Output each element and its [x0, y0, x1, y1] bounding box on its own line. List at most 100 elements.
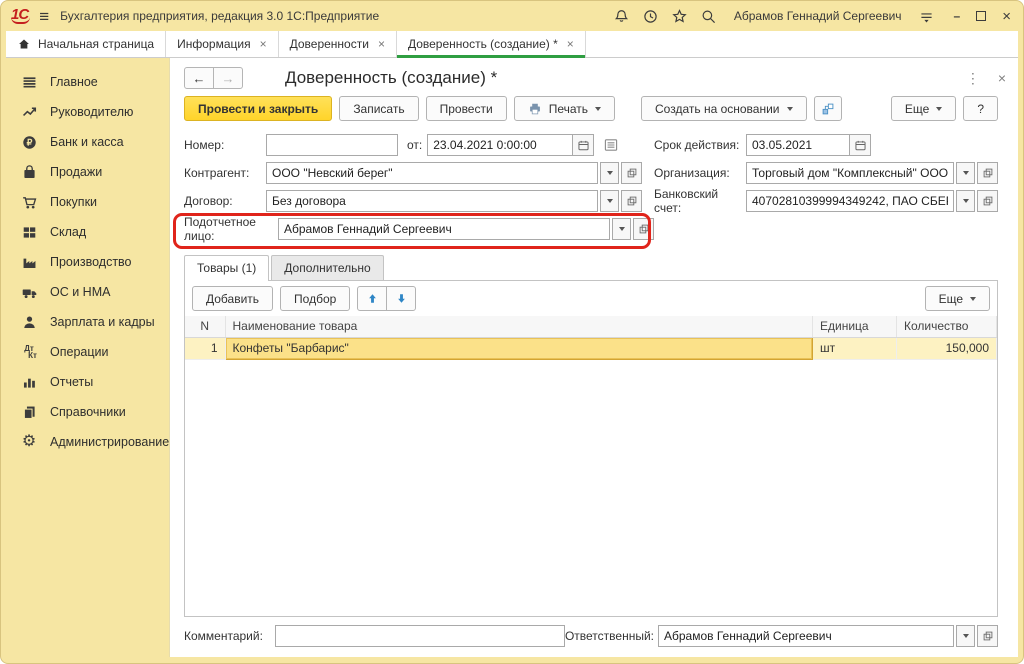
sidebar-item-purchases[interactable]: Покупки — [6, 187, 169, 217]
sidebar-item-manager[interactable]: Руководителю — [6, 97, 169, 127]
forward-arrow-button[interactable]: → — [213, 67, 243, 89]
counterparty-input[interactable] — [266, 162, 598, 184]
tab-attorney-create[interactable]: Доверенность (создание) * × — [397, 31, 586, 57]
body-row: Главное Руководителю ₽ Банк и касса Прод… — [6, 58, 1018, 657]
current-user[interactable]: Абрамов Геннадий Сергеевич — [734, 9, 902, 23]
print-button[interactable]: Печать — [514, 96, 615, 121]
button-label: Создать на основании — [655, 102, 780, 116]
cell-qty[interactable]: 150,000 — [897, 337, 997, 359]
number-input[interactable] — [266, 134, 398, 156]
dropdown-button[interactable] — [956, 162, 975, 184]
organization-input[interactable] — [746, 162, 954, 184]
main-menu-icon[interactable]: ≡ — [39, 8, 49, 25]
bank-account-input[interactable] — [746, 190, 954, 212]
cell-num[interactable]: 1 — [185, 337, 225, 359]
column-header-num[interactable]: N — [185, 316, 225, 337]
service-menu-icon[interactable] — [917, 6, 937, 26]
tab-additional[interactable]: Дополнительно — [271, 255, 383, 280]
chevron-down-icon — [936, 107, 942, 111]
sidebar-item-label: Производство — [50, 255, 132, 269]
valid-until-input[interactable] — [746, 134, 850, 156]
calendar-icon[interactable] — [572, 134, 594, 156]
open-item-button[interactable] — [621, 190, 642, 212]
sidebar-item-main[interactable]: Главное — [6, 67, 169, 97]
cell-name[interactable]: Конфеты "Барбарис" — [225, 337, 813, 359]
sidebar-item-bank-cash[interactable]: ₽ Банк и касса — [6, 127, 169, 157]
form-close-icon[interactable]: × — [998, 70, 1006, 86]
document-list-icon[interactable] — [601, 135, 621, 155]
sidebar-item-fixed-assets[interactable]: ОС и НМА — [6, 277, 169, 307]
open-item-button[interactable] — [977, 162, 998, 184]
column-header-name[interactable]: Наименование товара — [225, 316, 813, 337]
save-button[interactable]: Записать — [339, 96, 418, 121]
trend-icon — [19, 103, 39, 121]
accountable-person-input[interactable] — [278, 218, 610, 240]
table-row[interactable]: 1 Конфеты "Барбарис" шт 150,000 — [185, 337, 997, 359]
form-menu-dots-icon[interactable]: ⋮ — [966, 70, 980, 87]
sidebar-item-administration[interactable]: ⚙ Администрирование — [6, 427, 169, 457]
notifications-bell-icon[interactable] — [612, 6, 632, 26]
sidebar-item-directories[interactable]: Справочники — [6, 397, 169, 427]
tab-close-icon[interactable]: × — [378, 37, 385, 51]
calendar-icon[interactable] — [849, 134, 871, 156]
add-row-button[interactable]: Добавить — [192, 286, 273, 311]
sidebar-item-salary-hr[interactable]: Зарплата и кадры — [6, 307, 169, 337]
column-header-qty[interactable]: Количество — [897, 316, 997, 337]
sidebar-item-operations[interactable]: ДтКт Операции — [6, 337, 169, 367]
dropdown-button[interactable] — [956, 190, 975, 212]
dropdown-button[interactable] — [600, 190, 619, 212]
table-empty-area[interactable] — [185, 360, 997, 617]
history-icon[interactable] — [641, 6, 661, 26]
related-documents-button[interactable] — [814, 96, 842, 121]
back-arrow-button[interactable]: ← — [184, 67, 214, 89]
help-button[interactable]: ? — [963, 96, 998, 121]
tab-close-icon[interactable]: × — [260, 37, 267, 51]
favorites-star-icon[interactable] — [670, 6, 690, 26]
tab-goods[interactable]: Товары (1) — [184, 255, 269, 281]
tab-attorneys[interactable]: Доверенности × — [279, 31, 397, 57]
tab-label: Начальная страница — [38, 37, 154, 51]
open-item-button[interactable] — [977, 625, 998, 647]
more-button[interactable]: Еще — [891, 96, 956, 121]
post-button[interactable]: Провести — [426, 96, 507, 121]
pick-button[interactable]: Подбор — [280, 286, 350, 311]
contract-input[interactable] — [266, 190, 598, 212]
sidebar-item-warehouse[interactable]: Склад — [6, 217, 169, 247]
title-bar: 1С ≡ Бухгалтерия предприятия, редакция 3… — [1, 1, 1023, 31]
ruble-circle-icon: ₽ — [19, 133, 39, 151]
sidebar-item-label: Банк и касса — [50, 135, 124, 149]
valid-until-label: Срок действия: — [654, 138, 746, 152]
dropdown-button[interactable] — [612, 218, 631, 240]
dropdown-button[interactable] — [600, 162, 619, 184]
column-header-unit[interactable]: Единица — [813, 316, 897, 337]
post-and-close-button[interactable]: Провести и закрыть — [184, 96, 332, 121]
comment-input[interactable] — [275, 625, 565, 647]
chevron-down-icon — [963, 199, 969, 203]
close-window-icon[interactable]: × — [1002, 9, 1011, 24]
sidebar-item-reports[interactable]: Отчеты — [6, 367, 169, 397]
tab-close-icon[interactable]: × — [567, 37, 574, 51]
responsible-input[interactable] — [658, 625, 954, 647]
cell-unit[interactable]: шт — [813, 337, 897, 359]
1c-logo-icon: 1С — [11, 8, 30, 24]
chevron-down-icon — [787, 107, 793, 111]
open-item-button[interactable] — [633, 218, 654, 240]
maximize-icon[interactable] — [976, 11, 986, 21]
minimize-icon[interactable]: – — [954, 9, 961, 23]
create-based-on-button[interactable]: Создать на основании — [641, 96, 807, 121]
tab-label: Доверенности — [290, 37, 369, 51]
sidebar-item-sales[interactable]: Продажи — [6, 157, 169, 187]
date-input[interactable] — [427, 134, 573, 156]
table-more-button[interactable]: Еще — [925, 286, 990, 311]
sidebar-item-production[interactable]: Производство — [6, 247, 169, 277]
dropdown-button[interactable] — [956, 625, 975, 647]
tab-label: Информация — [177, 37, 250, 51]
tab-information[interactable]: Информация × — [166, 31, 279, 57]
bag-icon — [19, 163, 39, 181]
tab-home[interactable]: Начальная страница — [6, 31, 166, 57]
move-down-button[interactable] — [386, 286, 416, 311]
search-icon[interactable] — [699, 6, 719, 26]
open-item-button[interactable] — [621, 162, 642, 184]
move-up-button[interactable] — [357, 286, 387, 311]
open-item-button[interactable] — [977, 190, 998, 212]
